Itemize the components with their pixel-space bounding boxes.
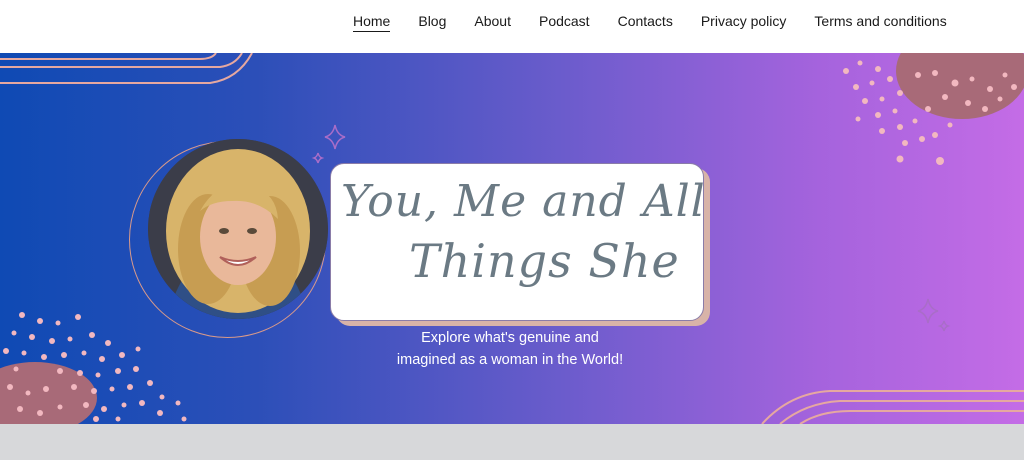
bottom-right-arcs [761,390,1024,424]
top-left-arcs [0,53,253,84]
site-title-line2: Things She [409,234,680,288]
site-title-card: You, Me and All Things She [330,163,706,321]
hero-tagline: Explore what's genuine and imagined as a… [360,327,660,371]
tagline-line1: Explore what's genuine and [421,330,599,346]
nav-item-contacts[interactable]: Contacts [618,12,673,32]
site-title-line1: You, Me and All [341,176,706,227]
nav-item-podcast[interactable]: Podcast [539,12,590,32]
hero-banner: You, Me and All Things She Explore what'… [0,53,1024,424]
nav-item-privacy-policy[interactable]: Privacy policy [701,12,787,32]
top-right-blob [896,53,1024,119]
nav-item-terms-and-conditions[interactable]: Terms and conditions [814,12,946,32]
page-band [0,424,1024,460]
nav-item-about[interactable]: About [474,12,511,32]
nav-menu: Home Blog About Podcast Contacts Privacy… [353,12,975,32]
nav-item-blog[interactable]: Blog [418,12,446,32]
nav-item-home[interactable]: Home [353,12,391,32]
author-portrait [148,139,328,319]
tagline-line2: imagined as a woman in the World! [396,352,624,368]
top-navigation: Home Blog About Podcast Contacts Privacy… [0,0,1024,53]
woman-portrait-icon [148,139,328,319]
